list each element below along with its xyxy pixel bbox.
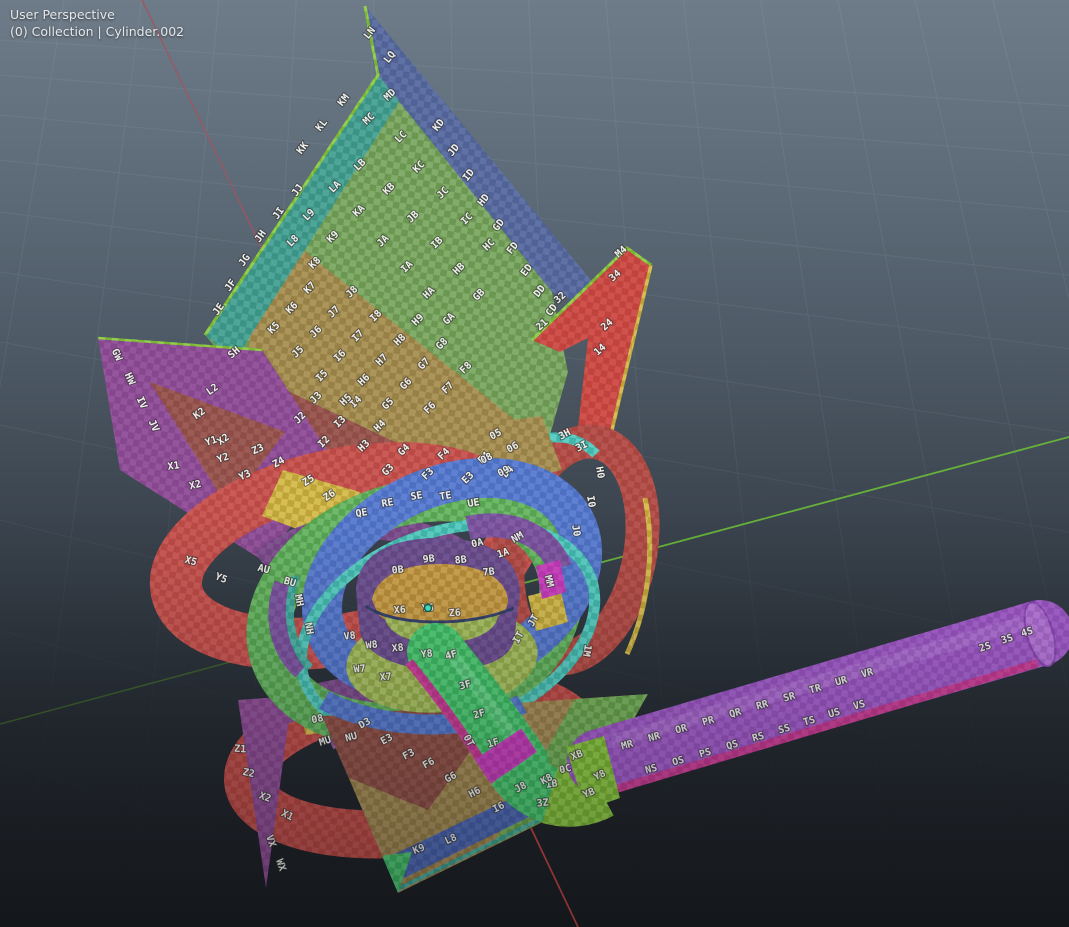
viewport-canvas[interactable]: LNLQKMKLKKKDJDIDHDGDFDEDDDCDJJJIJHJGJFJE… — [0, 0, 1069, 927]
3d-viewport[interactable]: LNLQKMKLKKKDJDIDHDGDFDEDDDCDJJJIJHJGJFJE… — [0, 0, 1069, 927]
depth-dim-overlay — [0, 0, 1069, 927]
